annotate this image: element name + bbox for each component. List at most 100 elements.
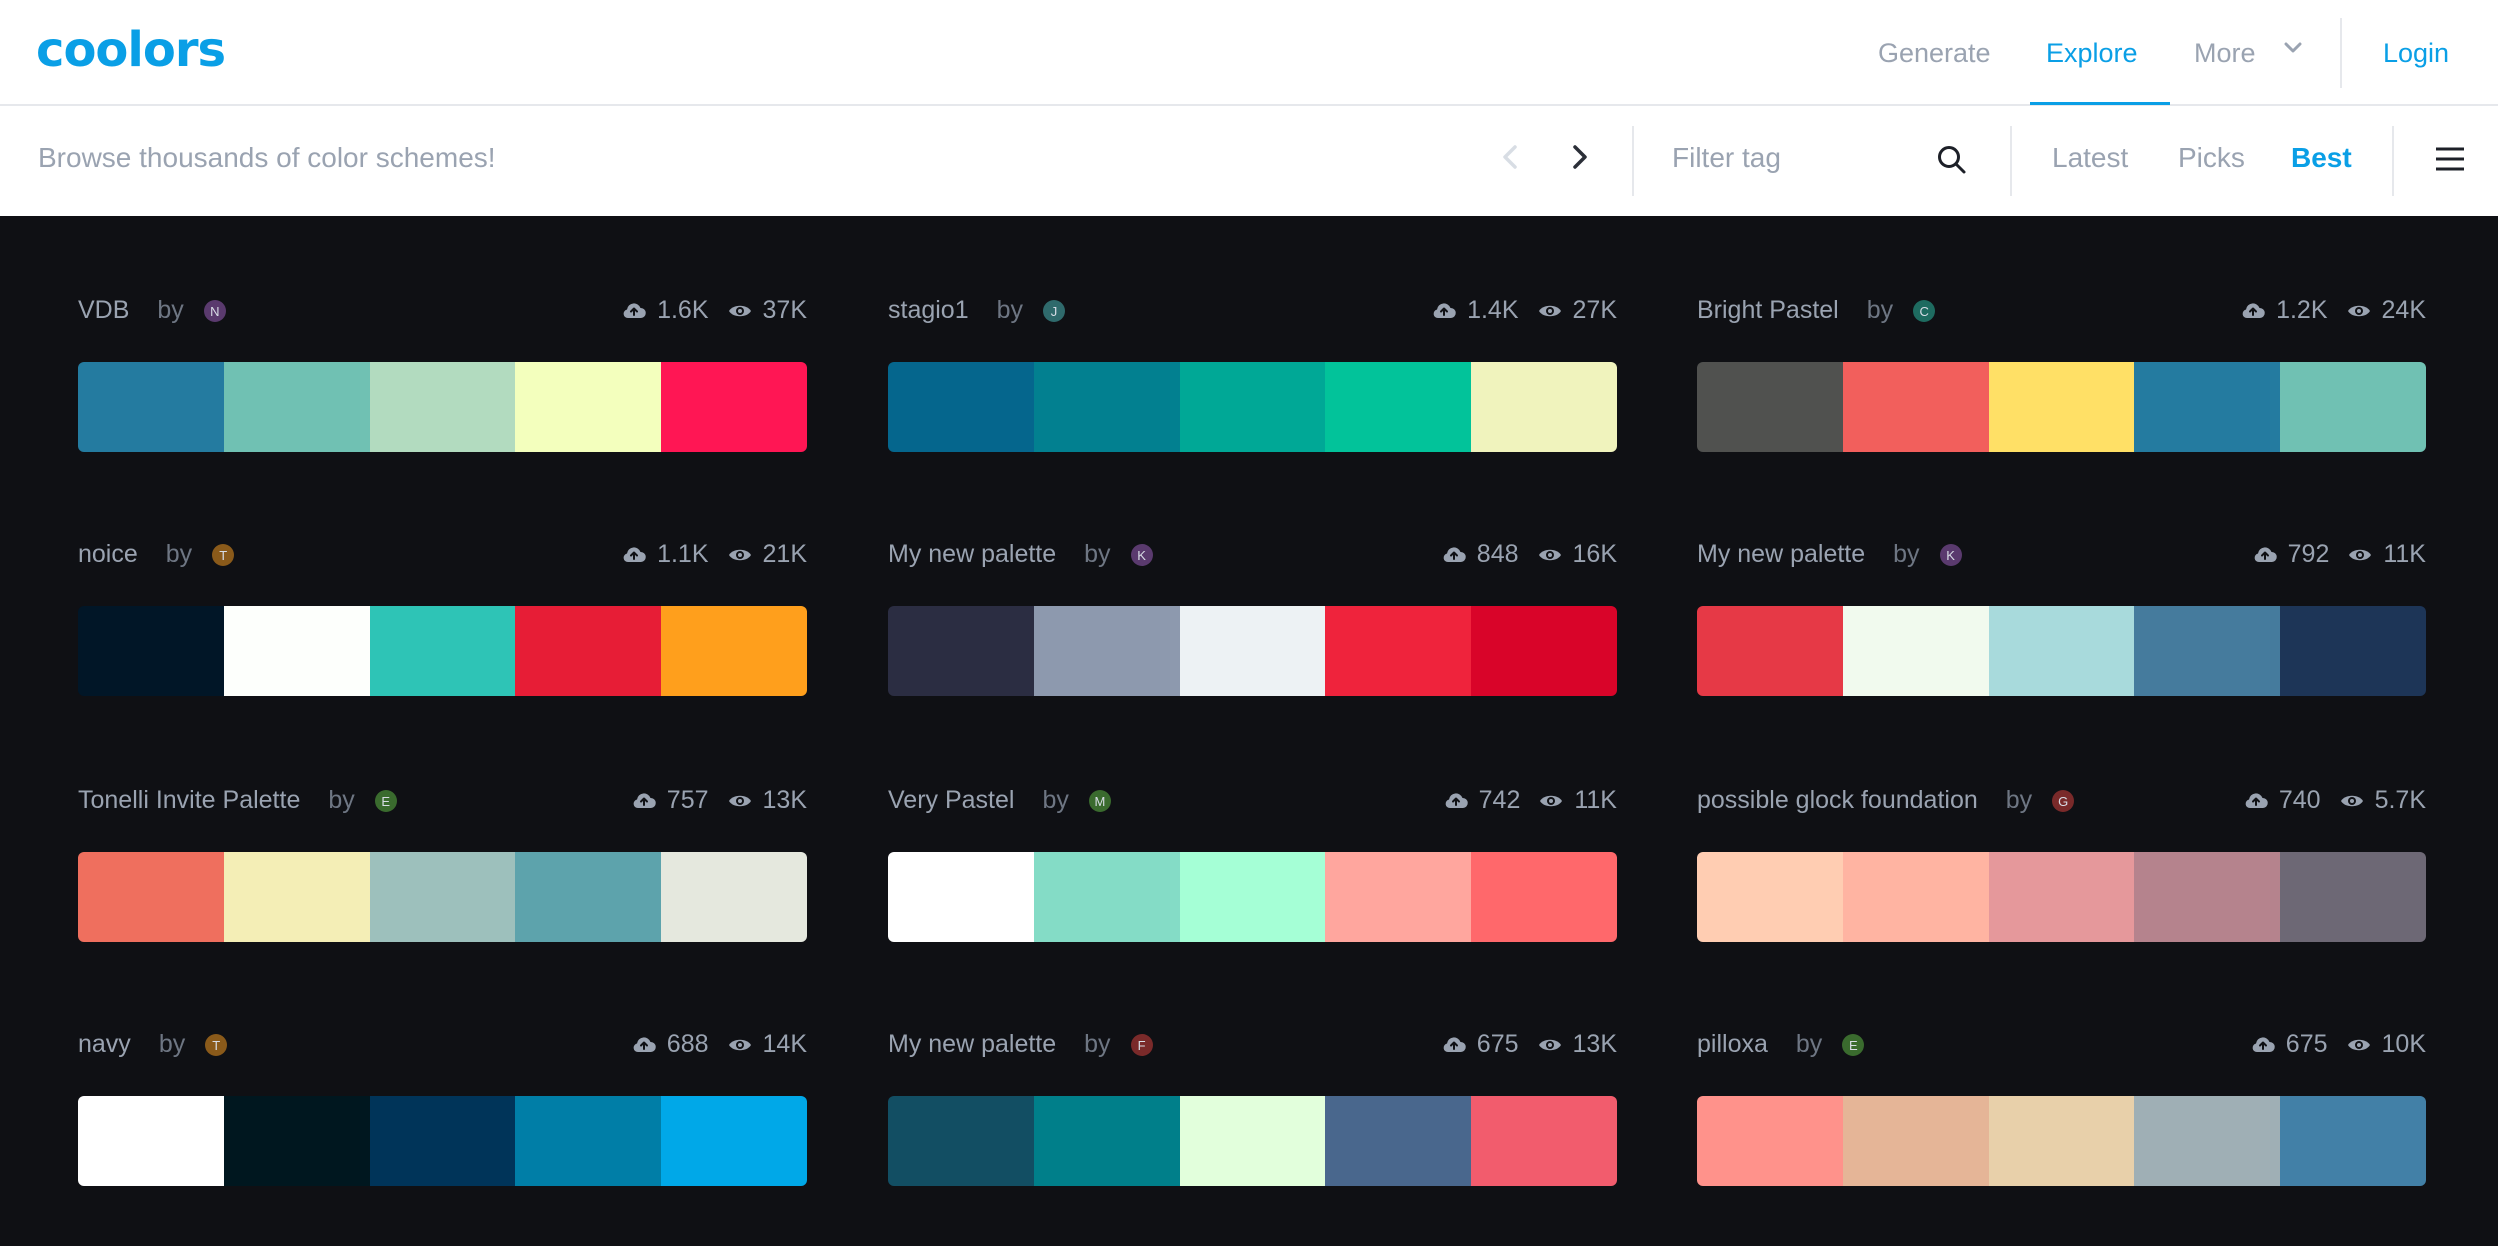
color-swatch[interactable] bbox=[1697, 606, 1843, 696]
color-swatch[interactable] bbox=[1988, 1096, 2135, 1186]
palette-card[interactable]: navy by T 688 14K bbox=[78, 950, 807, 1186]
color-swatch[interactable] bbox=[515, 1096, 662, 1186]
cloud-upload-icon[interactable] bbox=[631, 788, 657, 814]
color-swatch[interactable] bbox=[888, 852, 1034, 942]
color-swatch[interactable] bbox=[888, 362, 1034, 452]
color-swatch[interactable] bbox=[1179, 1096, 1326, 1186]
color-swatch[interactable] bbox=[661, 362, 807, 452]
cloud-upload-icon[interactable] bbox=[1441, 542, 1467, 568]
palette-card[interactable]: stagio1 by J 1.4K 27K bbox=[888, 216, 1617, 452]
palette-swatches[interactable] bbox=[78, 606, 807, 696]
color-swatch[interactable] bbox=[2134, 606, 2281, 696]
cloud-upload-icon[interactable] bbox=[2252, 542, 2278, 568]
palette-swatches[interactable] bbox=[888, 852, 1617, 942]
palette-card[interactable]: possible glock foundation by G 740 5.7K bbox=[1697, 706, 2426, 942]
color-swatch[interactable] bbox=[1325, 1096, 1472, 1186]
palette-swatches[interactable] bbox=[888, 606, 1617, 696]
author-avatar[interactable]: F bbox=[1130, 1034, 1153, 1057]
palette-swatches[interactable] bbox=[1697, 362, 2426, 452]
color-swatch[interactable] bbox=[888, 606, 1034, 696]
palette-card[interactable]: Tonelli Invite Palette by E 757 13K bbox=[78, 706, 807, 942]
search-palettes-input[interactable]: Browse thousands of color schemes! bbox=[38, 142, 496, 174]
color-swatch[interactable] bbox=[2280, 362, 2426, 452]
author-avatar[interactable]: N bbox=[203, 300, 226, 323]
color-swatch[interactable] bbox=[1842, 1096, 1989, 1186]
color-swatch[interactable] bbox=[78, 852, 224, 942]
nav-explore[interactable]: Explore bbox=[2046, 0, 2138, 106]
color-swatch[interactable] bbox=[223, 852, 370, 942]
palette-swatches[interactable] bbox=[1697, 852, 2426, 942]
color-swatch[interactable] bbox=[1033, 362, 1180, 452]
color-swatch[interactable] bbox=[1471, 1096, 1617, 1186]
color-swatch[interactable] bbox=[1697, 362, 1843, 452]
cloud-upload-icon[interactable] bbox=[2243, 788, 2269, 814]
color-swatch[interactable] bbox=[661, 852, 807, 942]
palette-name[interactable]: Very Pastel bbox=[888, 786, 1014, 814]
search-icon[interactable] bbox=[1936, 144, 1968, 176]
palette-card[interactable]: Bright Pastel by C 1.2K 24K bbox=[1697, 216, 2426, 452]
nav-more[interactable]: More bbox=[2194, 0, 2256, 106]
palette-name[interactable]: My new palette bbox=[1697, 540, 1865, 568]
color-swatch[interactable] bbox=[78, 362, 224, 452]
author-avatar[interactable]: J bbox=[1043, 300, 1066, 323]
chevron-down-icon[interactable] bbox=[2281, 36, 2305, 60]
cloud-upload-icon[interactable] bbox=[1431, 298, 1457, 324]
palette-card[interactable]: Very Pastel by M 742 11K bbox=[888, 706, 1617, 942]
color-swatch[interactable] bbox=[369, 606, 516, 696]
color-swatch[interactable] bbox=[2134, 852, 2281, 942]
color-swatch[interactable] bbox=[1988, 852, 2135, 942]
cloud-upload-icon[interactable] bbox=[1441, 1032, 1467, 1058]
palette-swatches[interactable] bbox=[78, 1096, 807, 1186]
palette-name[interactable]: pilloxa bbox=[1697, 1030, 1768, 1058]
cloud-upload-icon[interactable] bbox=[2240, 298, 2266, 324]
author-avatar[interactable]: T bbox=[205, 1034, 228, 1057]
color-swatch[interactable] bbox=[1697, 852, 1843, 942]
author-avatar[interactable]: E bbox=[1842, 1034, 1865, 1057]
color-swatch[interactable] bbox=[1842, 362, 1989, 452]
author-avatar[interactable]: G bbox=[2052, 790, 2075, 813]
color-swatch[interactable] bbox=[369, 852, 516, 942]
color-swatch[interactable] bbox=[78, 1096, 224, 1186]
color-swatch[interactable] bbox=[1033, 852, 1180, 942]
color-swatch[interactable] bbox=[1842, 606, 1989, 696]
chevron-right-icon[interactable] bbox=[1564, 142, 1594, 172]
color-swatch[interactable] bbox=[661, 606, 807, 696]
filter-tag-input[interactable]: Filter tag bbox=[1672, 142, 1781, 174]
color-swatch[interactable] bbox=[369, 362, 516, 452]
color-swatch[interactable] bbox=[888, 1096, 1034, 1186]
color-swatch[interactable] bbox=[1697, 1096, 1843, 1186]
sort-latest[interactable]: Latest bbox=[2052, 142, 2128, 174]
palette-swatches[interactable] bbox=[78, 362, 807, 452]
palette-name[interactable]: Bright Pastel bbox=[1697, 296, 1839, 324]
color-swatch[interactable] bbox=[1842, 852, 1989, 942]
cloud-upload-icon[interactable] bbox=[621, 542, 647, 568]
palette-name[interactable]: My new palette bbox=[888, 1030, 1056, 1058]
palette-name[interactable]: Tonelli Invite Palette bbox=[78, 786, 300, 814]
color-swatch[interactable] bbox=[661, 1096, 807, 1186]
sort-best[interactable]: Best bbox=[2291, 142, 2352, 174]
color-swatch[interactable] bbox=[1325, 606, 1472, 696]
color-swatch[interactable] bbox=[515, 606, 662, 696]
author-avatar[interactable]: M bbox=[1088, 790, 1111, 813]
author-avatar[interactable]: C bbox=[1913, 300, 1936, 323]
color-swatch[interactable] bbox=[1471, 606, 1617, 696]
palette-swatches[interactable] bbox=[888, 1096, 1617, 1186]
color-swatch[interactable] bbox=[515, 362, 662, 452]
coolors-logo[interactable]: coolors bbox=[36, 22, 226, 78]
palette-name[interactable]: stagio1 bbox=[888, 296, 969, 324]
color-swatch[interactable] bbox=[369, 1096, 516, 1186]
color-swatch[interactable] bbox=[2280, 852, 2426, 942]
login-link[interactable]: Login bbox=[2383, 0, 2449, 106]
color-swatch[interactable] bbox=[1471, 362, 1617, 452]
palette-swatches[interactable] bbox=[1697, 606, 2426, 696]
palette-card[interactable]: VDB by N 1.6K 37K bbox=[78, 216, 807, 452]
color-swatch[interactable] bbox=[78, 606, 224, 696]
sort-picks[interactable]: Picks bbox=[2178, 142, 2245, 174]
color-swatch[interactable] bbox=[515, 852, 662, 942]
author-avatar[interactable]: T bbox=[212, 544, 235, 567]
cloud-upload-icon[interactable] bbox=[2250, 1032, 2276, 1058]
color-swatch[interactable] bbox=[1325, 852, 1472, 942]
color-swatch[interactable] bbox=[223, 1096, 370, 1186]
palette-card[interactable]: pilloxa by E 675 10K bbox=[1697, 950, 2426, 1186]
color-swatch[interactable] bbox=[1179, 606, 1326, 696]
